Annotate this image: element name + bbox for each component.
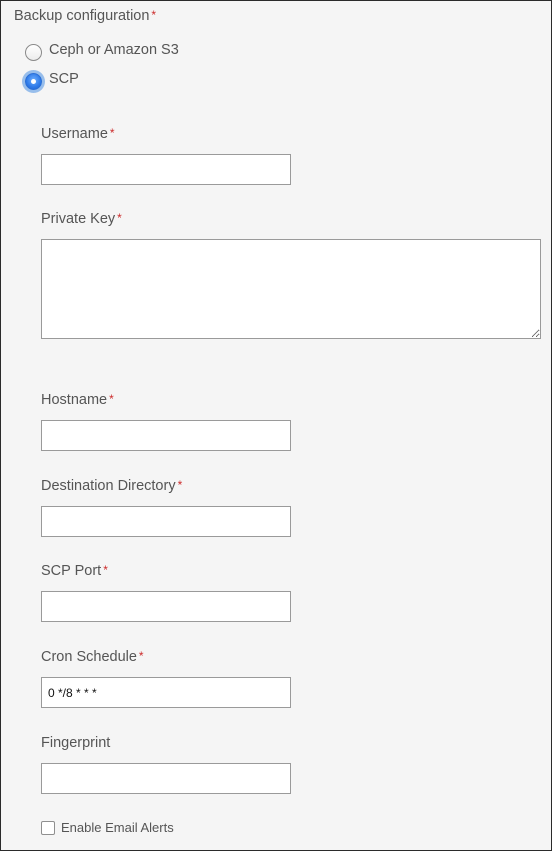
- radio-option-scp[interactable]: SCP: [25, 70, 79, 90]
- private-key-textarea[interactable]: [41, 239, 541, 339]
- cron-schedule-label: Cron Schedule *: [41, 649, 144, 665]
- required-asterisk: *: [138, 649, 144, 663]
- hostname-label: Hostname *: [41, 392, 114, 408]
- required-asterisk: *: [117, 211, 122, 225]
- required-asterisk: *: [103, 563, 108, 577]
- hostname-input[interactable]: [41, 420, 291, 451]
- backup-configuration-panel: Backup configuration * Ceph or Amazon S3 …: [0, 0, 552, 851]
- section-title: Backup configuration *: [14, 8, 156, 24]
- scp-port-input[interactable]: [41, 591, 291, 622]
- cron-schedule-label-text: Cron Schedule: [41, 649, 137, 665]
- fingerprint-label-text: Fingerprint: [41, 735, 111, 751]
- radio-label-ceph-s3: Ceph or Amazon S3: [49, 41, 179, 58]
- required-asterisk: *: [109, 126, 115, 140]
- private-key-label-text: Private Key: [41, 211, 116, 227]
- section-title-text: Backup configuration: [14, 8, 150, 24]
- radio-button-ceph-s3[interactable]: [25, 44, 42, 61]
- private-key-label: Private Key *: [41, 211, 122, 227]
- fingerprint-input[interactable]: [41, 763, 291, 794]
- hostname-label-text: Hostname: [41, 392, 108, 408]
- username-label: Username *: [41, 126, 115, 142]
- destination-directory-label: Destination Directory *: [41, 478, 182, 494]
- cron-schedule-input[interactable]: [41, 677, 291, 708]
- destination-directory-label-text: Destination Directory: [41, 478, 176, 494]
- enable-email-alerts-label: Enable Email Alerts: [61, 819, 174, 835]
- scp-port-label: SCP Port *: [41, 563, 108, 579]
- username-input[interactable]: [41, 154, 291, 185]
- enable-email-alerts-checkbox[interactable]: [41, 821, 55, 835]
- radio-button-scp[interactable]: [25, 73, 42, 90]
- destination-directory-input[interactable]: [41, 506, 291, 537]
- required-asterisk: *: [151, 8, 157, 22]
- username-label-text: Username: [41, 126, 108, 142]
- enable-email-alerts-option[interactable]: Enable Email Alerts: [41, 819, 174, 835]
- fingerprint-label: Fingerprint: [41, 735, 110, 751]
- required-asterisk: *: [109, 392, 114, 406]
- scp-port-label-text: SCP Port: [41, 563, 102, 579]
- required-asterisk: *: [177, 478, 183, 492]
- radio-option-ceph-s3[interactable]: Ceph or Amazon S3: [25, 41, 179, 61]
- radio-label-scp: SCP: [49, 70, 79, 87]
